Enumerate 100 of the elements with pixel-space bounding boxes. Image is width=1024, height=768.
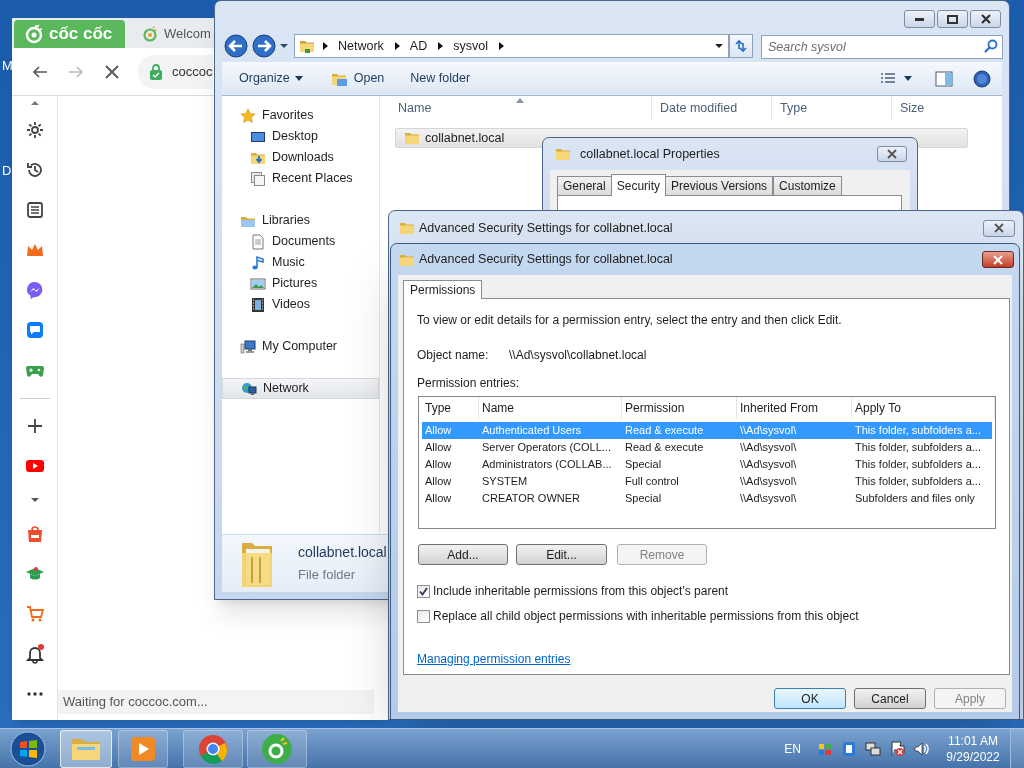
close-button[interactable] [982, 251, 1014, 268]
desktop-icon-label[interactable]: D [2, 161, 12, 181]
breadcrumb-item[interactable]: AD [406, 36, 431, 56]
nav-item[interactable]: Network [222, 378, 379, 399]
table-cell-text: Server Operators (COLL... [481, 440, 612, 456]
action-center-icon[interactable] [889, 740, 905, 757]
tab[interactable]: General [557, 176, 612, 196]
recent-pages-icon[interactable] [279, 43, 289, 49]
taskbar-button[interactable] [247, 729, 307, 768]
list-row[interactable]: Allow CREATOR OWNER Special \\Ad\sysvol\ Subfolders and files only [422, 490, 992, 507]
nav-item[interactable]: Music [222, 252, 379, 273]
table-cell-text: \\Ad\sysvol\ [739, 457, 798, 473]
table-cell-text: SYSTEM [481, 474, 529, 490]
tab-logo-icon [142, 26, 158, 42]
tab[interactable]: Permissions [403, 280, 483, 299]
close-button[interactable] [983, 219, 1015, 237]
column-header[interactable]: Inherited From [737, 397, 852, 419]
help-link[interactable]: Managing permission entries [417, 651, 571, 667]
sort-icon [516, 98, 524, 103]
column-header-label: Type [780, 99, 808, 117]
close-icon [886, 149, 898, 159]
cart-icon[interactable] [24, 604, 45, 624]
column-header[interactable]: Date modified [651, 96, 771, 120]
column-header[interactable]: Permission [622, 397, 737, 419]
list-row[interactable]: Allow SYSTEM Full control \\Ad\sysvol\ This folder, subfolders a... [422, 473, 992, 490]
column-header[interactable]: Name [479, 397, 622, 419]
chat-app-icon[interactable] [24, 320, 45, 340]
scroll-up-icon[interactable] [29, 100, 40, 106]
caret-icon [904, 76, 912, 81]
button[interactable]: OK [774, 688, 846, 709]
close-icon [992, 254, 1004, 265]
button[interactable]: Cancel [854, 688, 926, 709]
tray-app-icon[interactable] [841, 740, 857, 757]
column-header[interactable]: Name [380, 96, 651, 120]
language-indicator[interactable]: EN [784, 739, 801, 758]
dropdown-icon[interactable] [714, 43, 724, 49]
chat-bubble-icon[interactable] [24, 280, 45, 300]
column-header[interactable]: Type [419, 397, 479, 419]
desktop-icon-label[interactable]: M [2, 56, 13, 76]
table-cell-text: CREATOR OWNER [481, 491, 581, 507]
table-cell-text: \\Ad\sysvol\ [739, 474, 798, 490]
refresh-icon [733, 38, 749, 54]
bell-icon[interactable] [24, 644, 45, 664]
checkbox[interactable] [417, 609, 430, 623]
forward-button[interactable] [252, 34, 276, 58]
item-type: File folder [298, 566, 357, 585]
breadcrumb-item[interactable]: sysvol [450, 36, 491, 56]
refresh-button[interactable] [729, 34, 753, 58]
restore-button[interactable] [937, 10, 968, 28]
button[interactable]: Edit... [516, 544, 607, 565]
close-button[interactable] [970, 10, 1001, 28]
nav-item[interactable]: Recent Places [222, 168, 379, 189]
toolbar-button[interactable]: New folder [403, 66, 478, 91]
stop-icon[interactable] [104, 63, 120, 80]
film-icon [250, 296, 266, 313]
toolbar-button[interactable]: Organize [232, 66, 310, 91]
table-cell-text: \\Ad\sysvol\ [739, 423, 798, 439]
settings-icon[interactable] [24, 120, 45, 140]
checkbox-label[interactable]: Replace all child object permissions with inheritable permissions from this object [433, 607, 859, 625]
nav-item[interactable]: Desktop [222, 126, 379, 147]
nav-item[interactable]: Libraries [222, 210, 379, 231]
close-button[interactable] [877, 146, 907, 162]
expand-icon[interactable] [29, 497, 40, 503]
nav-item[interactable]: My Computer [222, 336, 379, 357]
tab[interactable]: Security [610, 174, 667, 196]
address-bar[interactable]: Network AD sysvol [294, 34, 729, 58]
list-icon[interactable] [24, 200, 45, 220]
nav-item[interactable]: Downloads [222, 147, 379, 168]
list-row[interactable]: Allow Server Operators (COLL... Read & execute \\Ad\sysvol\ This folder, subfolders a... [422, 439, 992, 456]
tab[interactable]: Previous Versions [665, 176, 774, 196]
nav-item[interactable]: Documents [222, 231, 379, 252]
start-button[interactable] [8, 728, 48, 768]
address-bar[interactable]: coccoc [138, 54, 213, 89]
tab[interactable]: Customize [773, 176, 842, 196]
nav-item[interactable]: Videos [222, 294, 379, 315]
history-icon[interactable] [24, 160, 45, 180]
button[interactable]: Add... [418, 544, 508, 565]
toolbar-button[interactable]: Open [323, 66, 392, 91]
search-field[interactable]: Search sysvol [761, 35, 1003, 59]
breadcrumb-item[interactable]: Network [335, 36, 387, 56]
minimize-button[interactable] [904, 10, 935, 28]
picture-icon [250, 275, 266, 292]
volume-icon[interactable] [913, 740, 929, 757]
logo-icon [24, 24, 44, 44]
clock[interactable]: 11:01 AM 9/29/2022 [942, 732, 1004, 765]
column-header[interactable]: Apply To [852, 397, 995, 419]
column-header[interactable]: Size [891, 96, 1002, 120]
column-header[interactable]: Type [771, 96, 891, 120]
nav-item[interactable]: Pictures [222, 273, 379, 294]
checkbox[interactable] [417, 584, 430, 598]
network-icon[interactable] [865, 740, 881, 757]
back-icon[interactable] [32, 63, 48, 80]
list-row[interactable]: Allow Administrators (COLLAB... Special \\Ad\sysvol\ This folder, subfolders a... [422, 456, 992, 473]
back-button[interactable] [224, 34, 248, 58]
taskbar-button[interactable] [183, 729, 243, 768]
checkbox-label[interactable]: Include inheritable permissions from this object's parent [433, 582, 729, 600]
computer-icon [240, 338, 256, 355]
nav-item[interactable]: Favorites [222, 105, 379, 126]
taskbar-button[interactable] [118, 729, 168, 768]
music-note-icon [250, 254, 266, 271]
